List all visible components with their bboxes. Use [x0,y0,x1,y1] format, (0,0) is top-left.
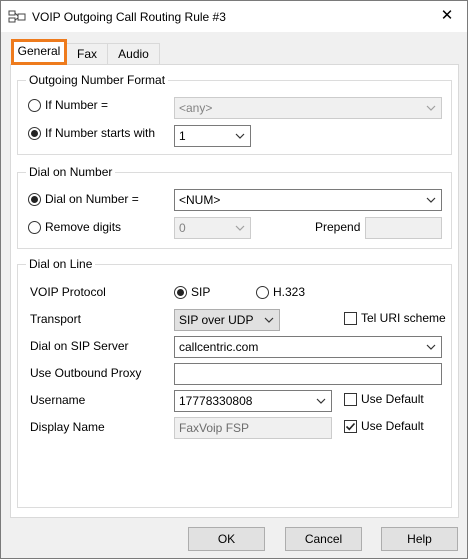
transport-label: Transport [30,312,81,326]
combo-value: <any> [179,101,213,115]
chevron-down-icon [235,133,245,139]
dial-on-number-radio[interactable] [28,193,41,206]
chevron-down-icon [316,398,326,404]
phone-network-icon [8,10,26,23]
help-button[interactable]: Help [381,527,458,551]
checkmark-icon [345,422,356,431]
close-button[interactable]: ✕ [433,3,461,29]
group-title: Dial on Line [26,257,96,271]
chevron-down-icon [426,197,436,203]
tel-uri-label: Tel URI scheme [361,311,446,325]
transport-combo[interactable]: SIP over UDP [174,309,280,331]
display-use-default-checkbox[interactable] [344,420,357,433]
username-label: Username [30,393,86,407]
sip-radio[interactable] [174,286,187,299]
remove-digits-radio[interactable] [28,221,41,234]
h323-radio[interactable] [256,286,269,299]
window-title: VOIP Outgoing Call Routing Rule #3 [32,10,226,24]
combo-value: 0 [179,221,186,235]
dial-on-number-group: Dial on Number Dial on Number = <NUM> Re… [17,165,452,249]
display-name-field[interactable]: FaxVoip FSP [174,417,332,439]
dial-on-number-label: Dial on Number = [45,192,139,206]
tab-audio[interactable]: Audio [107,43,160,65]
ok-button[interactable]: OK [188,527,265,551]
chevron-down-icon [426,344,436,350]
display-name-label: Display Name [30,420,105,434]
chevron-down-icon [264,317,274,323]
tel-uri-checkbox[interactable] [344,312,357,325]
voip-protocol-label: VOIP Protocol [30,285,106,299]
outbound-proxy-label: Use Outbound Proxy [30,366,142,380]
sip-server-label: Dial on SIP Server [30,339,129,353]
combo-value: SIP over UDP [179,313,254,327]
username-use-default-checkbox[interactable] [344,393,357,406]
remove-digits-combo[interactable]: 0 [174,217,251,239]
username-use-default-label: Use Default [361,392,424,406]
sip-server-combo[interactable]: callcentric.com [174,336,442,358]
combo-value: callcentric.com [179,340,259,354]
combo-value: 17778330808 [179,394,253,408]
chevron-down-icon [426,105,436,111]
if-number-label: If Number = [45,98,109,112]
display-use-default-label: Use Default [361,419,424,433]
starts-with-label: If Number starts with [45,126,156,140]
cancel-button[interactable]: Cancel [285,527,362,551]
prepend-label: Prepend [315,220,361,234]
sip-label: SIP [191,285,211,299]
outgoing-number-format-group: Outgoing Number Format If Number = <any>… [17,73,452,155]
starts-with-combo[interactable]: 1 [174,125,251,147]
starts-with-radio[interactable] [28,127,41,140]
outbound-proxy-field[interactable] [174,363,442,385]
tab-general[interactable]: General [11,39,67,65]
combo-value: 1 [179,129,186,143]
h323-label: H.323 [273,285,306,299]
tab-fax[interactable]: Fax [66,43,108,65]
remove-digits-label: Remove digits [45,220,122,234]
group-title: Outgoing Number Format [26,73,169,87]
dial-on-number-combo[interactable]: <NUM> [174,189,442,211]
prepend-field[interactable] [365,217,442,239]
if-number-combo[interactable]: <any> [174,97,442,119]
if-number-radio[interactable] [28,99,41,112]
title-bar: VOIP Outgoing Call Routing Rule #3 ✕ [1,1,467,32]
group-title: Dial on Number [26,165,116,179]
dialog-window: VOIP Outgoing Call Routing Rule #3 ✕ Gen… [0,0,468,559]
combo-value: <NUM> [179,193,221,207]
chevron-down-icon [235,225,245,231]
dial-on-line-group: Dial on Line VOIP Protocol SIP H.323 Tra… [17,257,452,508]
username-combo[interactable]: 17778330808 [174,390,332,412]
tab-panel-general: Outgoing Number Format If Number = <any>… [10,64,459,518]
